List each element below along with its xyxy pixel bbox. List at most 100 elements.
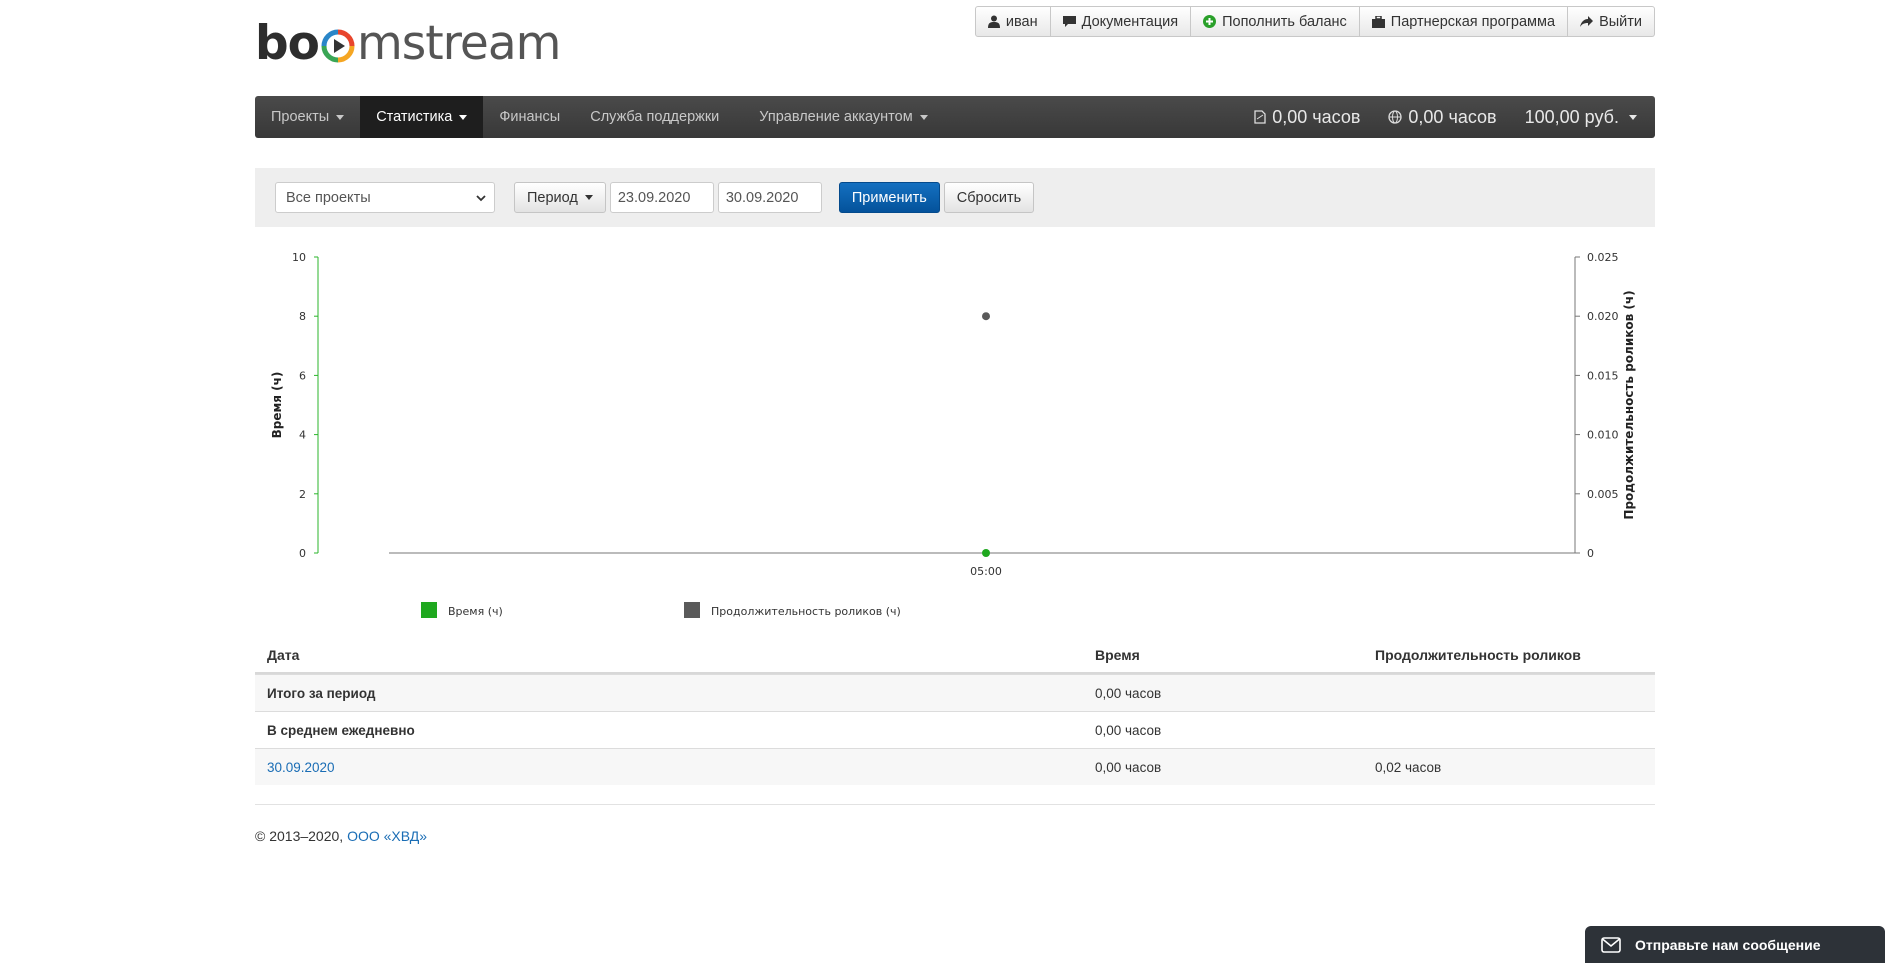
chat-widget-button[interactable]: Отправьте нам сообщение bbox=[1585, 926, 1885, 963]
x-axis-tick-label: 05:00 bbox=[970, 565, 1002, 578]
reset-button[interactable]: Сбросить bbox=[943, 182, 1035, 213]
header-time: Время bbox=[1095, 647, 1140, 663]
right-axis-tick-label: 0.020 bbox=[1587, 310, 1619, 323]
balance-value: 100,00 руб. bbox=[1524, 106, 1619, 127]
right-axis-tick-label: 0 bbox=[1587, 547, 1594, 560]
chevron-down-icon bbox=[476, 194, 486, 201]
right-axis-tick-label: 0.025 bbox=[1587, 251, 1619, 264]
header-date: Дата bbox=[267, 647, 300, 663]
apply-button-label: Применить bbox=[851, 189, 927, 206]
recording-hours-value: 0,00 часов bbox=[1272, 106, 1361, 127]
statistics-chart: 0 2 4 6 8 10 Время (ч) 0 0.005 0.010 0.015 0.020 0.0… bbox=[255, 240, 1655, 620]
user-name: иван bbox=[1005, 13, 1038, 30]
footer: © 2013–2020, ООО «ХВД» bbox=[255, 828, 427, 844]
caret-down-icon bbox=[336, 114, 345, 120]
caret-down-icon bbox=[919, 114, 928, 120]
logo-text-end: mstream bbox=[356, 15, 561, 71]
top-up-balance-label: Пополнить баланс bbox=[1222, 13, 1347, 30]
row-time: 0,00 часов bbox=[1095, 685, 1162, 701]
table-header: Дата Время Продолжительность роликов bbox=[255, 638, 1655, 674]
date-to-input[interactable]: 30.09.2020 bbox=[717, 182, 822, 213]
nav-support-label: Служба поддержки bbox=[590, 109, 720, 125]
project-select[interactable]: Все проекты bbox=[275, 182, 495, 213]
documentation-button[interactable]: Документация bbox=[1050, 6, 1192, 37]
apply-button[interactable]: Применить bbox=[838, 182, 940, 213]
header-duration: Продолжительность роликов bbox=[1375, 647, 1581, 663]
legend-swatch-1 bbox=[684, 602, 700, 618]
reset-button-label: Сбросить bbox=[956, 189, 1022, 206]
row-date-link[interactable]: 30.09.2020 bbox=[255, 760, 1095, 775]
user-toolbar: иван Документация Пополнить баланс Партн… bbox=[974, 6, 1655, 37]
date-from-value: 23.09.2020 bbox=[617, 189, 691, 206]
nav-finances-label: Финансы bbox=[499, 109, 561, 125]
left-axis-tick-label: 8 bbox=[299, 310, 306, 323]
footer-copyright: © 2013–2020, bbox=[255, 828, 344, 844]
share-arrow-icon bbox=[1580, 15, 1594, 27]
briefcase-icon bbox=[1371, 15, 1385, 28]
row-label: Итого за период bbox=[267, 685, 376, 701]
date-to-value: 30.09.2020 bbox=[725, 189, 799, 206]
statistics-table: Дата Время Продолжительность роликов Ито… bbox=[255, 638, 1655, 785]
user-button[interactable]: иван bbox=[974, 6, 1051, 37]
partner-program-label: Партнерская программа bbox=[1390, 13, 1556, 30]
broadcast-hours-stat: 0,00 часов bbox=[1374, 107, 1510, 128]
logo-play-icon bbox=[321, 29, 355, 63]
file-icon bbox=[1254, 110, 1266, 124]
plus-circle-icon bbox=[1203, 15, 1217, 28]
row-time: 0,00 часов bbox=[1095, 722, 1162, 738]
footer-company-link[interactable]: ООО «ХВД» bbox=[347, 828, 427, 844]
data-point-series-1 bbox=[982, 312, 990, 321]
main-navbar: Проекты Статистика Финансы Служба поддер… bbox=[255, 96, 1655, 138]
right-axis-tick-label: 0.005 bbox=[1587, 488, 1619, 501]
logo-text-start: bo bbox=[255, 15, 320, 71]
row-time: 0,00 часов bbox=[1095, 759, 1162, 775]
nav-finances[interactable]: Финансы bbox=[483, 96, 576, 138]
logout-label: Выйти bbox=[1599, 13, 1642, 30]
nav-account-management[interactable]: Управление аккаунтом bbox=[743, 96, 943, 138]
project-select-value: Все проекты bbox=[286, 189, 371, 206]
logout-button[interactable]: Выйти bbox=[1568, 6, 1655, 37]
nav-account-label: Управление аккаунтом bbox=[759, 109, 913, 125]
legend-label-1: Продолжительность роликов (ч) bbox=[711, 605, 901, 618]
envelope-icon bbox=[1601, 936, 1621, 953]
footer-divider bbox=[255, 804, 1655, 805]
left-axis-tick-label: 0 bbox=[299, 547, 306, 560]
table-row-average: В среднем ежедневно 0,00 часов bbox=[255, 711, 1655, 748]
left-axis-title: Время (ч) bbox=[270, 372, 284, 439]
comment-icon bbox=[1062, 15, 1076, 27]
user-icon bbox=[987, 15, 1000, 28]
documentation-label: Документация bbox=[1081, 13, 1179, 30]
balance-dropdown[interactable]: 100,00 руб. bbox=[1511, 107, 1645, 128]
table-row-total: Итого за период 0,00 часов bbox=[255, 674, 1655, 711]
caret-down-icon bbox=[1629, 114, 1637, 120]
data-point-series-0 bbox=[982, 549, 990, 557]
left-axis-tick-label: 2 bbox=[299, 488, 306, 501]
recording-hours-stat: 0,00 часов bbox=[1240, 107, 1374, 128]
right-axis-title: Продолжительность роликов (ч) bbox=[1622, 290, 1636, 519]
caret-down-icon bbox=[584, 195, 593, 200]
left-axis-tick-label: 10 bbox=[292, 251, 306, 264]
row-label: В среднем ежедневно bbox=[267, 722, 415, 738]
left-axis-tick-label: 4 bbox=[299, 429, 306, 442]
broadcast-hours-value: 0,00 часов bbox=[1408, 106, 1497, 127]
globe-icon bbox=[1388, 110, 1403, 124]
nav-projects[interactable]: Проекты bbox=[255, 96, 360, 138]
right-axis-tick-label: 0.015 bbox=[1587, 369, 1619, 382]
row-duration: 0,02 часов bbox=[1375, 759, 1442, 775]
nav-support[interactable]: Служба поддержки bbox=[576, 96, 743, 138]
boomstream-logo[interactable]: bo mstream bbox=[255, 15, 561, 71]
date-from-input[interactable]: 23.09.2020 bbox=[609, 182, 714, 213]
period-button[interactable]: Период bbox=[514, 182, 606, 213]
legend-label-0: Время (ч) bbox=[448, 605, 503, 618]
nav-projects-label: Проекты bbox=[271, 109, 330, 125]
left-axis-tick-label: 6 bbox=[299, 369, 306, 382]
chat-widget-label: Отправьте нам сообщение bbox=[1635, 936, 1821, 953]
right-axis-tick-label: 0.010 bbox=[1587, 429, 1619, 442]
caret-down-icon bbox=[459, 114, 468, 120]
filter-bar: Все проекты Период 23.09.2020 30.09.2020… bbox=[255, 168, 1655, 227]
top-up-balance-button[interactable]: Пополнить баланс bbox=[1191, 6, 1360, 37]
period-button-label: Период bbox=[527, 189, 578, 206]
partner-program-button[interactable]: Партнерская программа bbox=[1359, 6, 1569, 37]
nav-stats: 0,00 часов 0,00 часов 100,00 руб. bbox=[1240, 96, 1655, 138]
nav-statistics[interactable]: Статистика bbox=[360, 96, 484, 138]
